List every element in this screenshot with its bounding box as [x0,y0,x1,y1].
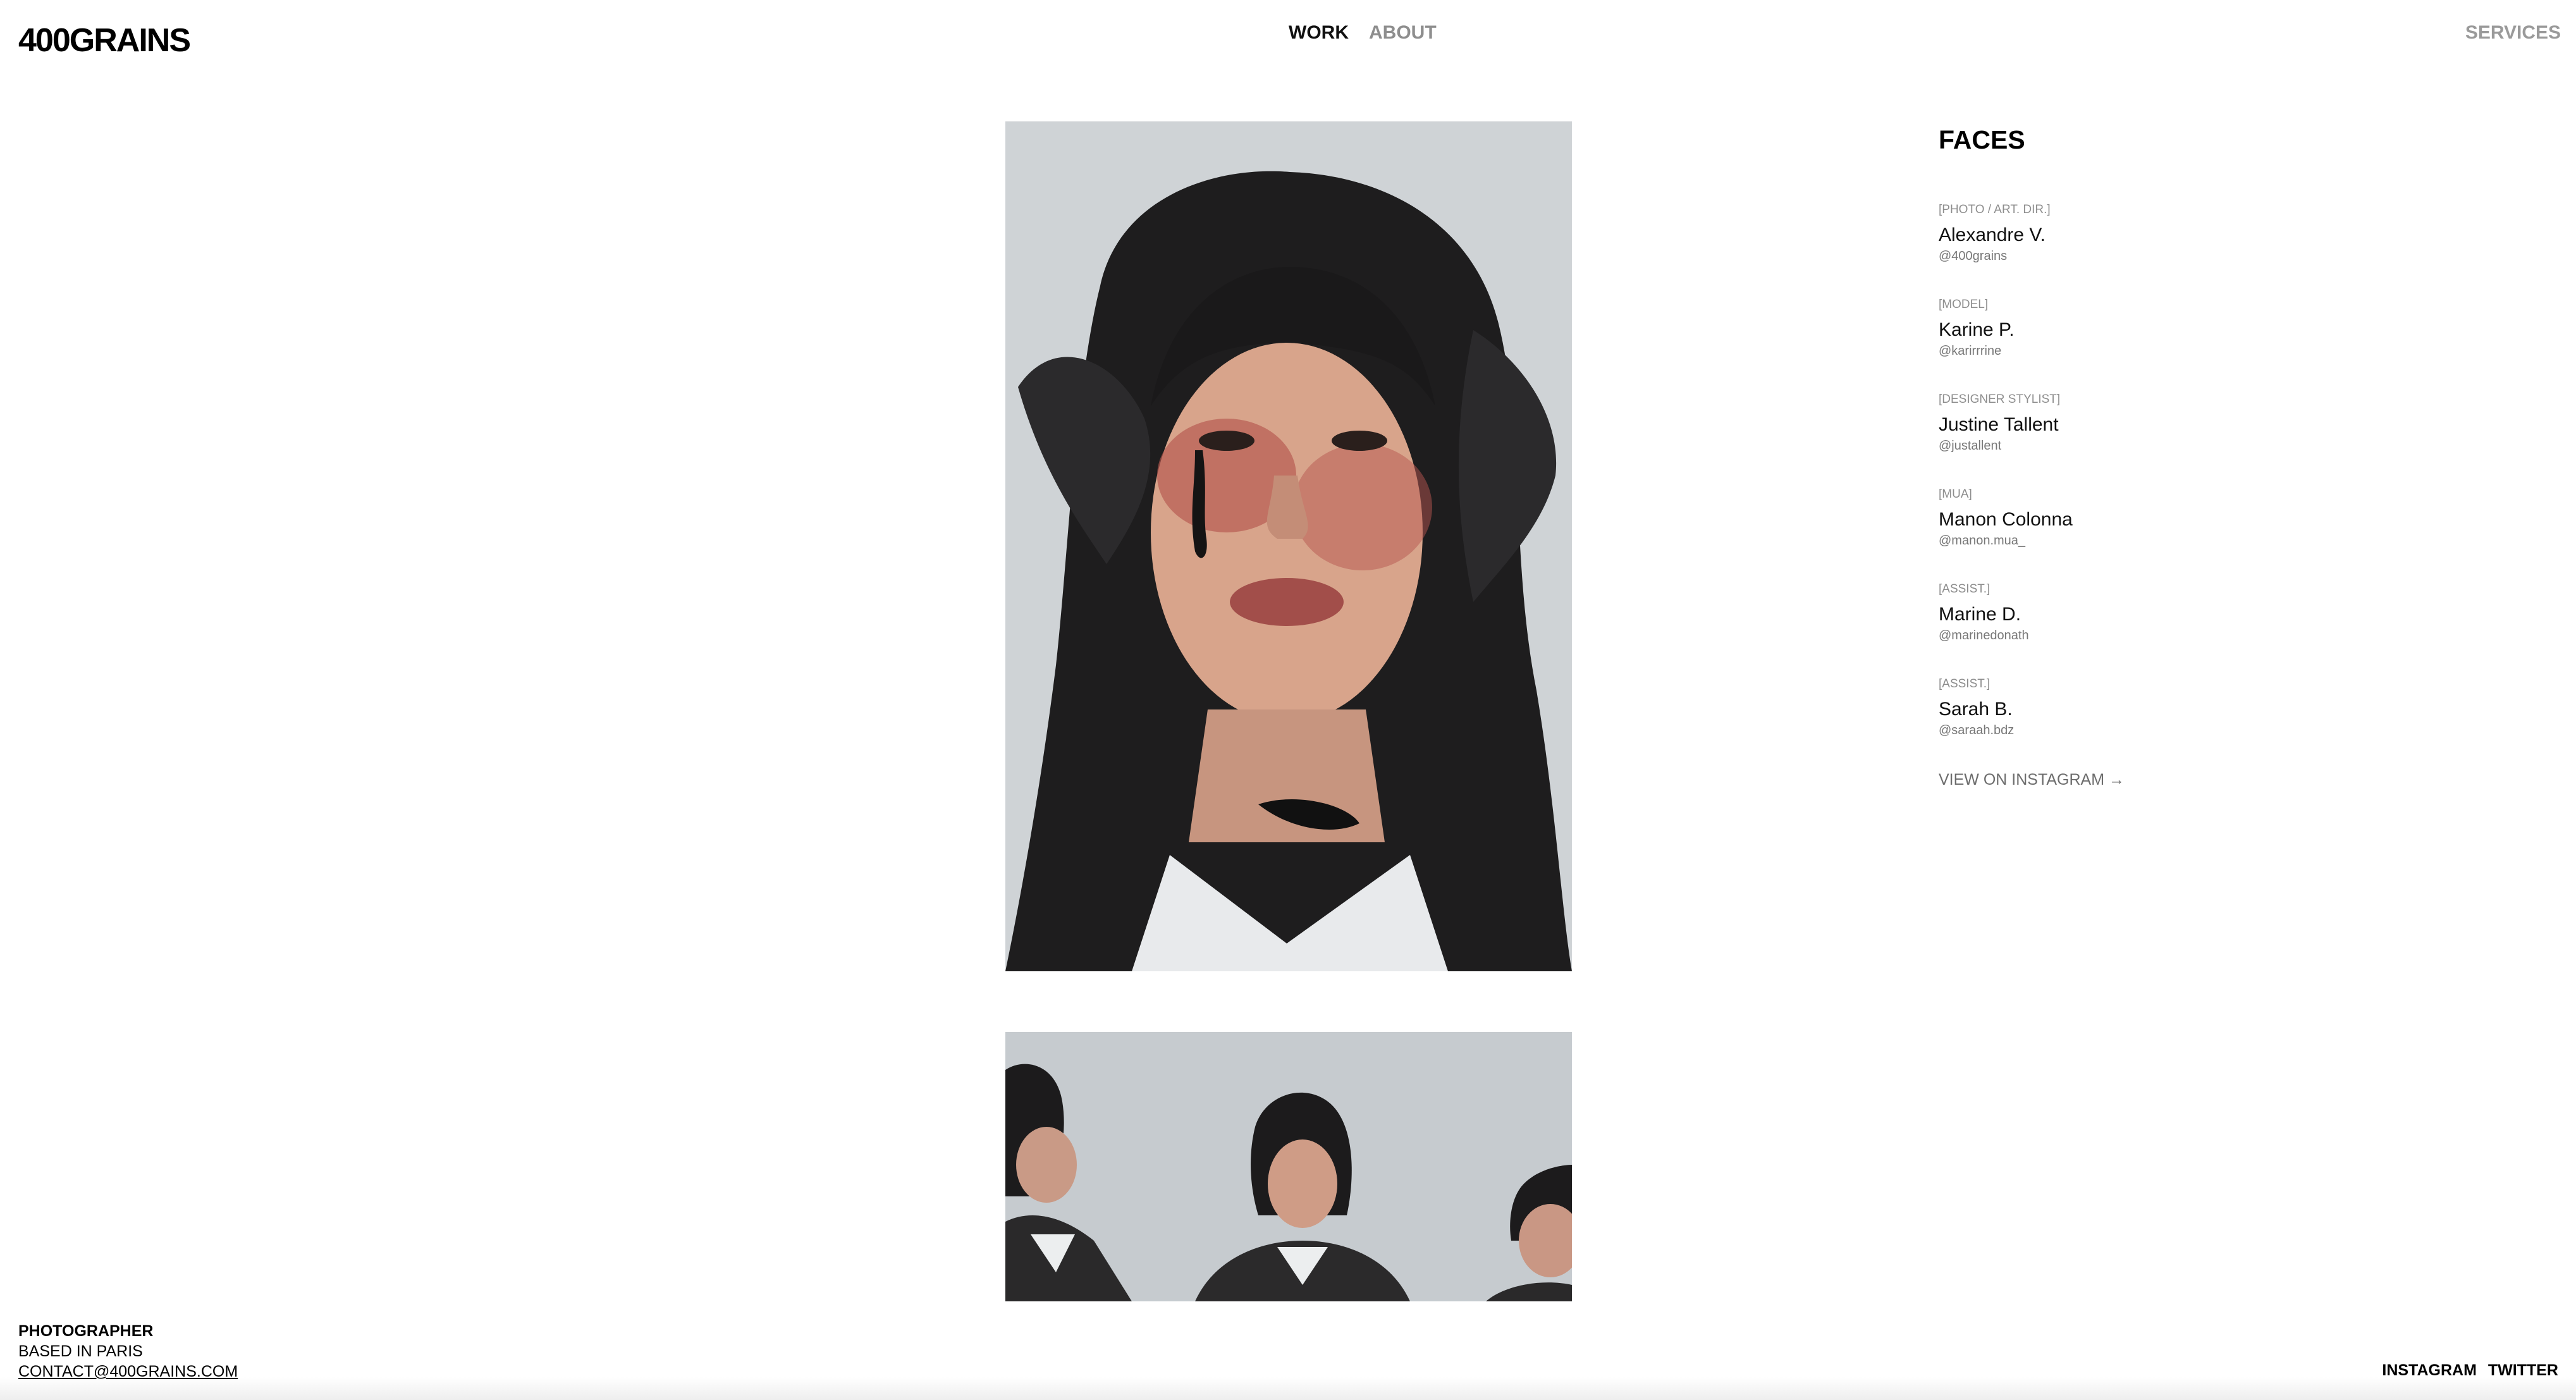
credit-name: Sarah B. [1939,699,2013,720]
credit-item: [MUA] Manon Colonna @manon.mua_ [1939,486,2381,550]
bottom-fade [0,1377,2576,1400]
credit-handle[interactable]: @marinedonath [1939,627,2381,644]
nav-services[interactable]: SERVICES [2465,19,2561,47]
credit-handle[interactable]: @manon.mua_ [1939,532,2381,550]
nav-about[interactable]: ABOUT [1369,19,1437,47]
credit-role: [PHOTO / ART. DIR.] [1939,203,2051,216]
credit-name: Justine Tallent [1939,414,2059,435]
credit-handle[interactable]: @saraah.bdz [1939,721,2381,739]
credit-item: [DESIGNER STYLIST] Justine Tallent @just… [1939,391,2381,455]
credit-handle[interactable]: @400grains [1939,247,2381,265]
credit-name: Alexandre V. [1939,224,2046,245]
credit-item: [ASSIST.] Marine D. @marinedonath [1939,581,2381,644]
portrait-photo[interactable] [1005,121,1572,971]
credits-panel: FACES [PHOTO / ART. DIR.] Alexandre V. @… [1939,123,2381,789]
footer-role: PHOTOGRAPHER [18,1322,154,1340]
credit-item: [MODEL] Karine P. @karirrrine [1939,297,2381,360]
portrait-photo-illustration [1005,121,1572,971]
logo[interactable]: 400GRAINS [18,19,191,62]
credit-name: Karine P. [1939,319,2015,340]
credit-name: Marine D. [1939,604,2021,625]
footer-location: BASED IN PARIS [18,1342,143,1360]
credit-name: Manon Colonna [1939,509,2073,530]
credit-item: [ASSIST.] Sarah B. @saraah.bdz [1939,676,2381,739]
credit-item: [PHOTO / ART. DIR.] Alexandre V. @400gra… [1939,202,2381,265]
credit-role: [DESIGNER STYLIST] [1939,393,2061,406]
group-photo[interactable] [1005,1032,1572,1301]
credit-role: [MUA] [1939,488,1972,501]
page: 400GRAINS WORK ABOUT SERVICES FACES [PHO… [0,0,2576,1400]
project-title: FACES [1939,125,2025,154]
nav-work[interactable]: WORK [1289,19,1349,47]
view-on-instagram-link[interactable]: VIEW ON INSTAGRAM → [1939,771,2381,789]
group-photo-illustration [1005,1032,1572,1301]
credit-role: [MODEL] [1939,298,1989,311]
credit-role: [ASSIST.] [1939,582,1990,596]
footer-info: PHOTOGRAPHER BASED IN PARIS CONTACT@400G… [18,1321,238,1382]
credit-handle[interactable]: @karirrrine [1939,342,2381,360]
credit-role: [ASSIST.] [1939,677,1990,691]
credit-handle[interactable]: @justallent [1939,437,2381,455]
main-nav: WORK ABOUT [1289,19,1437,47]
